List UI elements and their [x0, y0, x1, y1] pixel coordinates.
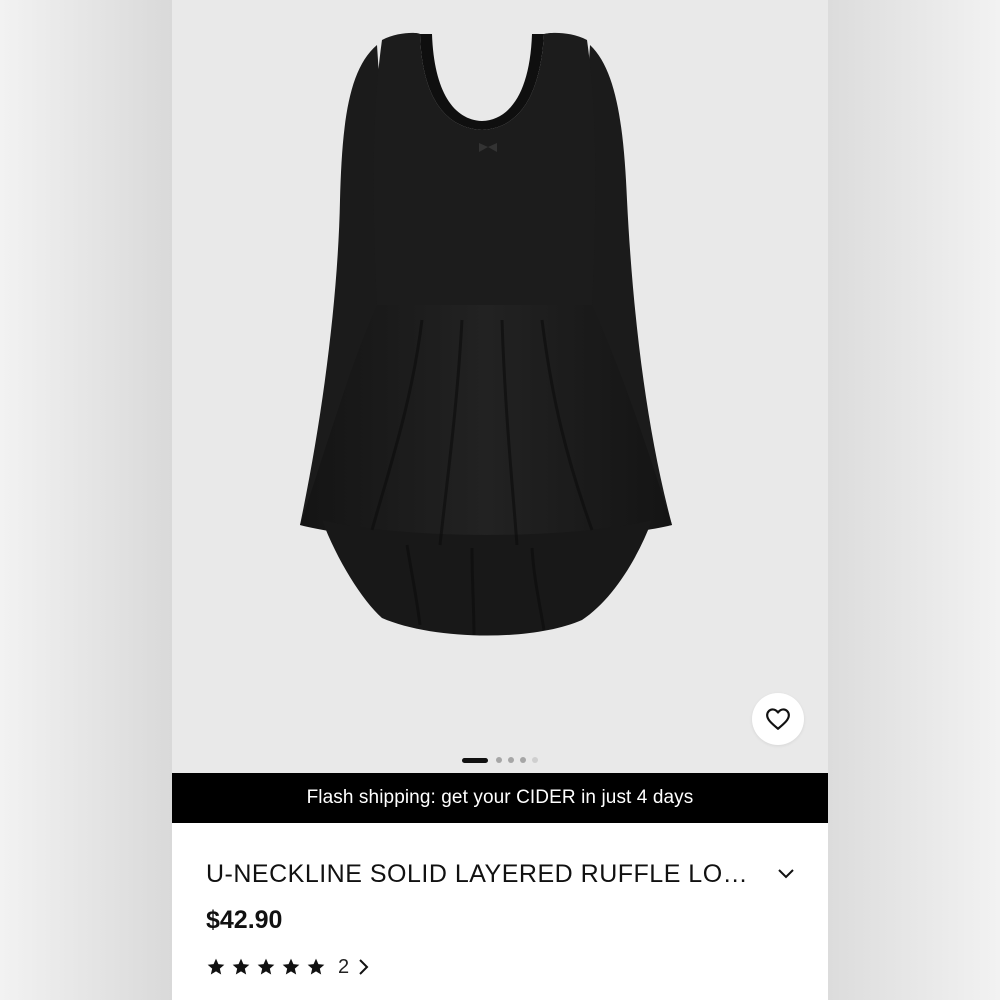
chevron-down-icon[interactable] — [776, 864, 796, 884]
product-title: U-NECKLINE SOLID LAYERED RUFFLE LO… — [206, 859, 749, 888]
left-backdrop — [0, 0, 172, 1000]
dress-illustration — [300, 32, 672, 636]
star-icon — [257, 958, 275, 975]
review-count: 2 — [338, 955, 350, 978]
carousel-dot-2[interactable] — [496, 757, 502, 763]
rating-link[interactable]: 2 — [206, 955, 371, 979]
star-icon — [232, 958, 250, 975]
right-backdrop — [828, 0, 1000, 1000]
carousel-dot-5[interactable] — [532, 757, 538, 763]
star-icon — [207, 958, 225, 975]
carousel-dot-1[interactable] — [462, 757, 488, 763]
chevron-right-icon — [357, 958, 371, 976]
star-rating — [206, 957, 326, 977]
wishlist-button[interactable] — [752, 693, 804, 745]
product-page: Flash shipping: get your CIDER in just 4… — [172, 0, 828, 1000]
carousel-dot-4[interactable] — [520, 757, 526, 763]
title-row[interactable]: U-NECKLINE SOLID LAYERED RUFFLE LO… — [206, 855, 796, 893]
shipping-banner: Flash shipping: get your CIDER in just 4… — [172, 773, 828, 823]
star-icon — [282, 958, 300, 975]
star-icon — [307, 958, 325, 975]
heart-icon — [766, 708, 790, 730]
carousel-dot-3[interactable] — [508, 757, 514, 763]
product-price: $42.90 — [206, 906, 283, 934]
carousel-dots — [172, 755, 828, 765]
product-image[interactable] — [172, 0, 828, 773]
